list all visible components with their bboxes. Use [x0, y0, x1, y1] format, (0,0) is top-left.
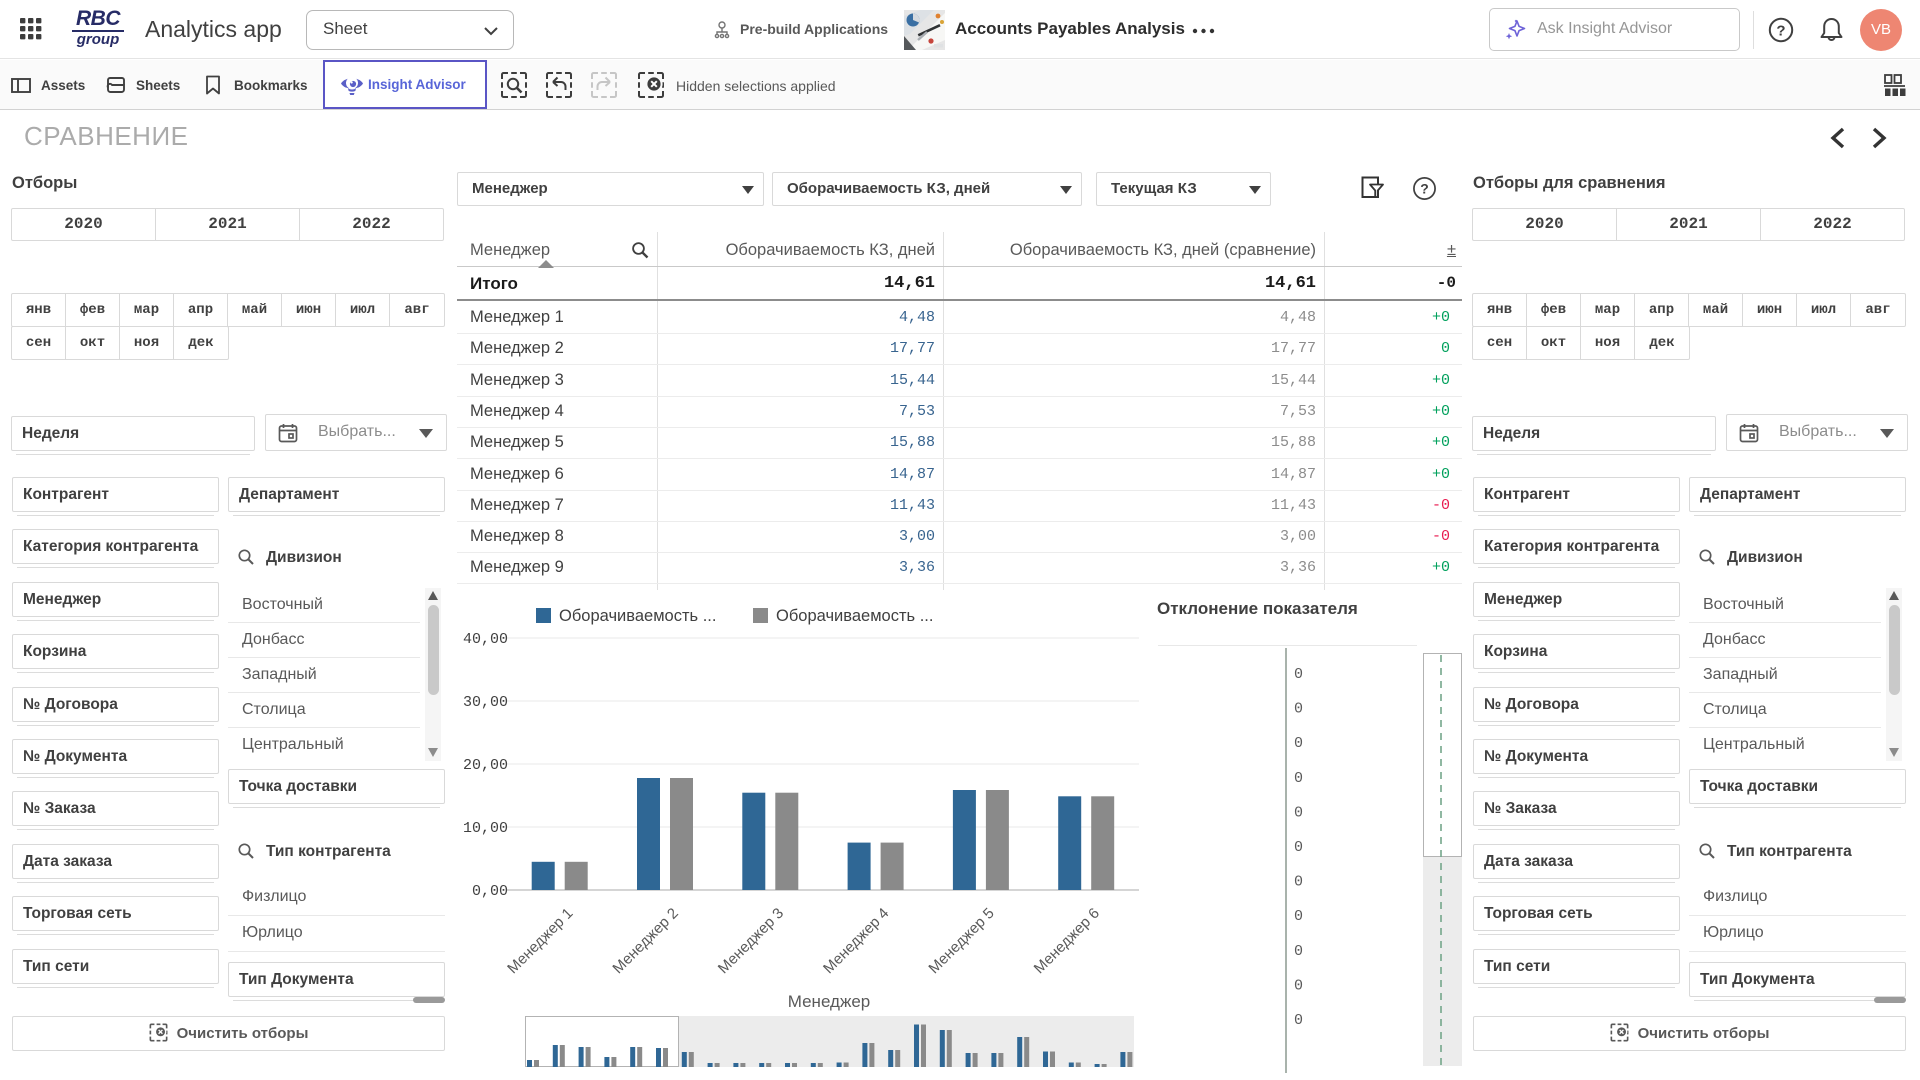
svg-text:0: 0: [1294, 701, 1303, 718]
svg-text:0: 0: [1294, 874, 1303, 891]
svg-text:Оборачиваемость ...: Оборачиваемость ...: [559, 607, 716, 625]
svg-text:0: 0: [1294, 977, 1303, 994]
svg-text:Менеджер 3: Менеджер 3: [715, 905, 787, 977]
svg-text:0: 0: [1294, 666, 1303, 683]
svg-text:Отклонение показателя: Отклонение показателя: [1157, 599, 1358, 618]
svg-text:20,00: 20,00: [463, 757, 508, 774]
svg-text:Менеджер 6: Менеджер 6: [1031, 905, 1103, 977]
svg-text:0: 0: [1294, 839, 1303, 856]
svg-text:Менеджер 1: Менеджер 1: [504, 905, 576, 977]
svg-text:0: 0: [1294, 908, 1303, 925]
svg-text:Менеджер: Менеджер: [788, 992, 870, 1011]
svg-text:?: ?: [1420, 180, 1429, 196]
svg-text:Менеджер 2: Менеджер 2: [609, 905, 681, 977]
svg-text:0: 0: [1294, 804, 1303, 821]
svg-text:0,00: 0,00: [472, 883, 508, 900]
svg-text:0: 0: [1294, 770, 1303, 787]
svg-text:30,00: 30,00: [463, 694, 508, 711]
svg-text:40,00: 40,00: [463, 631, 508, 648]
svg-text:Менеджер 4: Менеджер 4: [820, 905, 892, 977]
svg-text:0: 0: [1294, 943, 1303, 960]
svg-text:0: 0: [1294, 735, 1303, 752]
svg-text:10,00: 10,00: [463, 820, 508, 837]
svg-text:0: 0: [1294, 1012, 1303, 1029]
svg-text:Менеджер 5: Менеджер 5: [925, 905, 997, 977]
svg-text:Оборачиваемость ...: Оборачиваемость ...: [776, 607, 933, 625]
